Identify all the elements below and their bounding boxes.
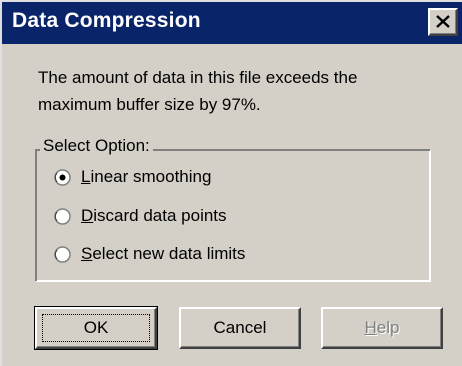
radio-selected-icon[interactable] [54,168,71,186]
focus-rectangle [42,314,150,342]
option-label: Linear smoothing [81,167,212,186]
option-label: Select new data limits [81,244,246,263]
cancel-button[interactable]: Cancel [179,307,301,349]
option-linear-smoothing[interactable]: Linear smoothing [54,165,211,189]
message-line-2: maximum buffer size by 97%. [38,95,261,114]
help-button[interactable]: Help [321,307,443,349]
cancel-label: Cancel [213,318,267,337]
window-title: Data Compression [12,9,201,32]
close-button[interactable] [428,8,458,36]
message-line-1: The amount of data in this file exceeds … [38,68,358,87]
option-select-new-data-limits[interactable]: Select new data limits [54,242,245,266]
data-compression-dialog: Data Compression The amount of data in t… [0,0,462,366]
ok-button[interactable]: OK [34,306,158,350]
radio-unselected-icon[interactable] [54,245,71,263]
help-label: Help [364,318,400,337]
radio-unselected-icon[interactable] [54,207,71,225]
message-text: The amount of data in this file exceeds … [38,64,357,118]
title-bar[interactable]: Data Compression [2,2,462,44]
option-discard-data-points[interactable]: Discard data points [54,204,227,228]
option-label: Discard data points [81,206,227,225]
close-icon [436,15,450,28]
group-legend: Select Option: [40,136,153,156]
